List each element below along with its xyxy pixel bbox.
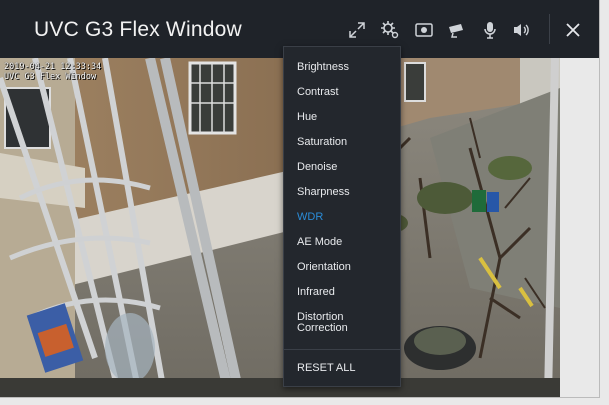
settings-menu: Brightness Contrast Hue Saturation Denoi…: [283, 46, 401, 387]
menu-item-infrared[interactable]: Infrared: [297, 287, 335, 298]
menu-item-orientation[interactable]: Orientation: [297, 262, 351, 273]
osd-camera-name: UVC G3 Flex Window: [4, 72, 97, 82]
reset-all-button[interactable]: RESET ALL: [297, 363, 356, 374]
menu-item-wdr[interactable]: WDR: [297, 212, 323, 223]
menu-item-hue[interactable]: Hue: [297, 112, 317, 123]
menu-item-ae-mode[interactable]: AE Mode: [297, 237, 342, 248]
menu-divider: [284, 349, 400, 350]
menu-item-brightness[interactable]: Brightness: [297, 62, 349, 73]
camera-icon[interactable]: [447, 20, 467, 40]
osd-timestamp: 2019-04-21 12:33:34: [4, 62, 102, 72]
menu-item-sharpness[interactable]: Sharpness: [297, 187, 350, 198]
close-icon[interactable]: [563, 20, 583, 40]
window-title: UVC G3 Flex Window: [34, 18, 242, 41]
menu-item-saturation[interactable]: Saturation: [297, 137, 347, 148]
snapshot-icon[interactable]: [414, 20, 434, 40]
microphone-icon[interactable]: [480, 20, 500, 40]
menu-item-denoise[interactable]: Denoise: [297, 162, 337, 173]
speaker-icon[interactable]: [511, 20, 531, 40]
settings-icon[interactable]: [380, 20, 400, 40]
toolbar-divider: [549, 14, 550, 44]
expand-icon[interactable]: [347, 20, 367, 40]
camera-window: UVC G3 Flex Window 2019-04-21 12:33:34 U…: [0, 0, 600, 398]
menu-item-contrast[interactable]: Contrast: [297, 87, 339, 98]
menu-item-distortion-line2: Correction: [297, 322, 348, 334]
menu-item-distortion-correction[interactable]: Distortion Correction: [297, 312, 348, 334]
video-osd: 2019-04-21 12:33:34 UVC G3 Flex Window: [4, 62, 101, 82]
